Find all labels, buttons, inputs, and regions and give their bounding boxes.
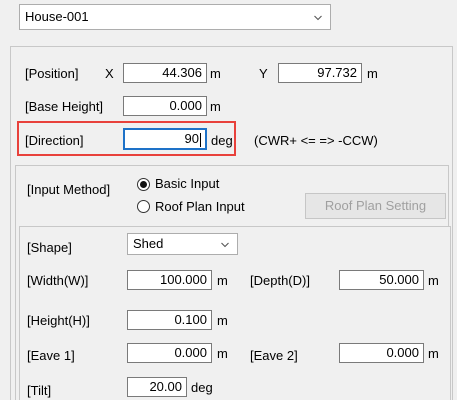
direction-value: 90 — [184, 131, 199, 146]
direction-input[interactable]: 90 — [123, 128, 207, 150]
base-height-input[interactable]: 0.000 — [123, 96, 207, 116]
shape-select[interactable]: Shed — [127, 233, 238, 255]
width-input[interactable]: 100.000 — [127, 270, 212, 290]
text-cursor — [200, 132, 201, 147]
position-x-input[interactable]: 44.306 — [123, 63, 207, 83]
depth-input[interactable]: 50.000 — [339, 270, 424, 290]
tilt-input[interactable]: 20.00 — [127, 377, 187, 397]
chevron-down-icon — [314, 15, 322, 21]
shape-select-value: Shed — [133, 236, 164, 251]
position-x-label: X — [105, 66, 114, 81]
eave1-input[interactable]: 0.000 — [127, 343, 212, 363]
basic-input-option[interactable]: Basic Input — [155, 176, 219, 191]
position-label: [Position] — [25, 66, 79, 81]
depth-unit: m — [428, 273, 439, 288]
direction-hint: (CWR+ <= => -CCW) — [254, 133, 378, 148]
eave2-label: [Eave 2] — [250, 348, 298, 363]
tilt-unit: deg — [191, 380, 213, 395]
radio-button-icon[interactable] — [137, 200, 150, 213]
roof-plan-setting-button[interactable]: Roof Plan Setting — [305, 193, 446, 219]
eave1-unit: m — [217, 346, 228, 361]
width-label: [Width(W)] — [27, 273, 89, 288]
base-height-unit: m — [210, 99, 221, 114]
height-input[interactable]: 0.100 — [127, 310, 212, 330]
eave1-label: [Eave 1] — [27, 348, 75, 363]
direction-label: [Direction] — [25, 133, 84, 148]
house-select[interactable]: House-001 — [19, 4, 331, 30]
base-height-label: [Base Height] — [25, 99, 104, 114]
height-unit: m — [217, 313, 228, 328]
position-y-input[interactable]: 97.732 — [278, 63, 362, 83]
position-x-unit: m — [210, 66, 221, 81]
radio-selected-dot — [140, 181, 147, 188]
position-y-label: Y — [259, 66, 268, 81]
house-select-value: House-001 — [25, 9, 89, 24]
shape-label: [Shape] — [27, 240, 72, 255]
position-y-unit: m — [367, 66, 378, 81]
eave2-unit: m — [428, 346, 439, 361]
direction-unit: deg — [211, 133, 233, 148]
chevron-down-icon — [221, 242, 229, 248]
depth-label: [Depth(D)] — [250, 273, 310, 288]
tilt-label: [Tilt] — [27, 383, 52, 398]
width-unit: m — [217, 273, 228, 288]
input-method-label: [Input Method] — [27, 182, 111, 197]
eave2-input[interactable]: 0.000 — [339, 343, 424, 363]
roof-plan-input-option[interactable]: Roof Plan Input — [155, 199, 245, 214]
height-label: [Height(H)] — [27, 313, 90, 328]
radio-button-icon[interactable] — [137, 178, 150, 191]
